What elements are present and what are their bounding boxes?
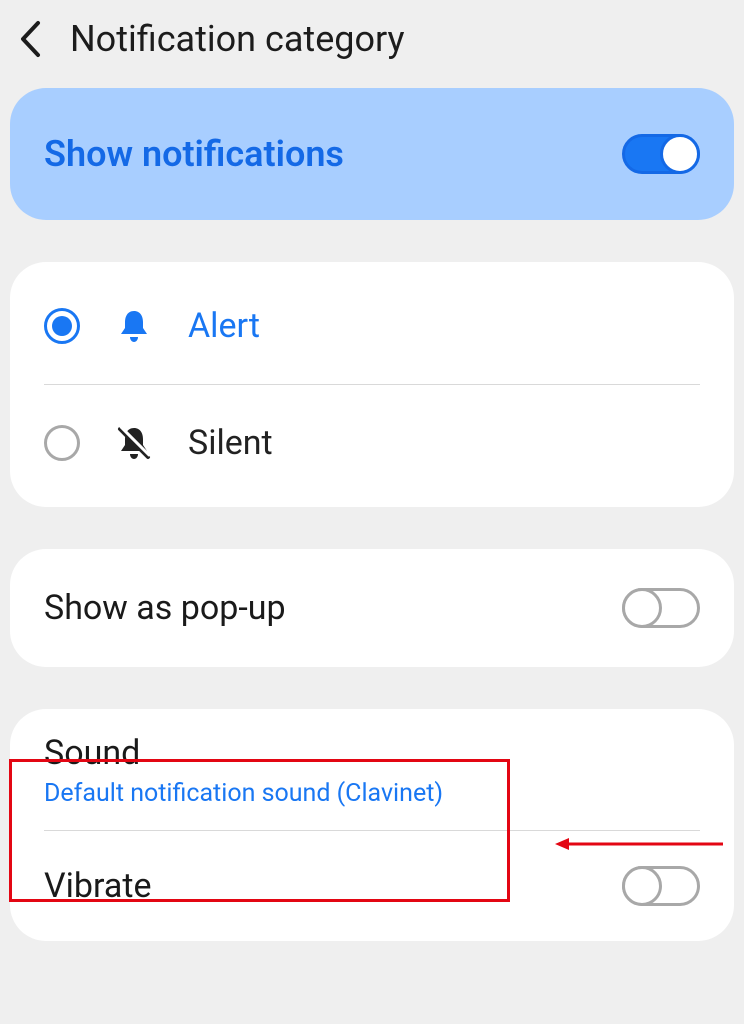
- radio-unselected-icon: [44, 425, 80, 461]
- show-as-popup-toggle[interactable]: [622, 588, 700, 628]
- back-icon[interactable]: [18, 20, 42, 58]
- show-notifications-toggle[interactable]: [622, 134, 700, 174]
- sound-value: Default notification sound (Clavinet): [44, 779, 700, 808]
- show-as-popup-row[interactable]: Show as pop-up: [10, 549, 734, 667]
- notification-mode-card: Alert Silent: [10, 262, 734, 507]
- sound-row[interactable]: Sound Default notification sound (Clavin…: [44, 709, 700, 830]
- show-notifications-label: Show notifications: [44, 133, 344, 175]
- page-title: Notification category: [70, 18, 405, 60]
- vibrate-row[interactable]: Vibrate: [44, 831, 700, 941]
- show-notifications-card: Show notifications: [10, 88, 734, 220]
- vibrate-label: Vibrate: [44, 866, 152, 906]
- mode-option-label: Alert: [188, 306, 260, 346]
- sound-label: Sound: [44, 733, 700, 773]
- bell-slash-icon: [116, 426, 152, 460]
- header: Notification category: [0, 0, 744, 88]
- mode-option-label: Silent: [188, 423, 273, 463]
- sound-vibrate-card: Sound Default notification sound (Clavin…: [10, 709, 734, 941]
- show-as-popup-label: Show as pop-up: [44, 588, 286, 628]
- vibrate-toggle[interactable]: [622, 866, 700, 906]
- radio-selected-icon: [44, 308, 80, 344]
- bell-icon: [116, 309, 152, 343]
- mode-option-alert[interactable]: Alert: [44, 268, 700, 384]
- mode-option-silent[interactable]: Silent: [44, 385, 700, 501]
